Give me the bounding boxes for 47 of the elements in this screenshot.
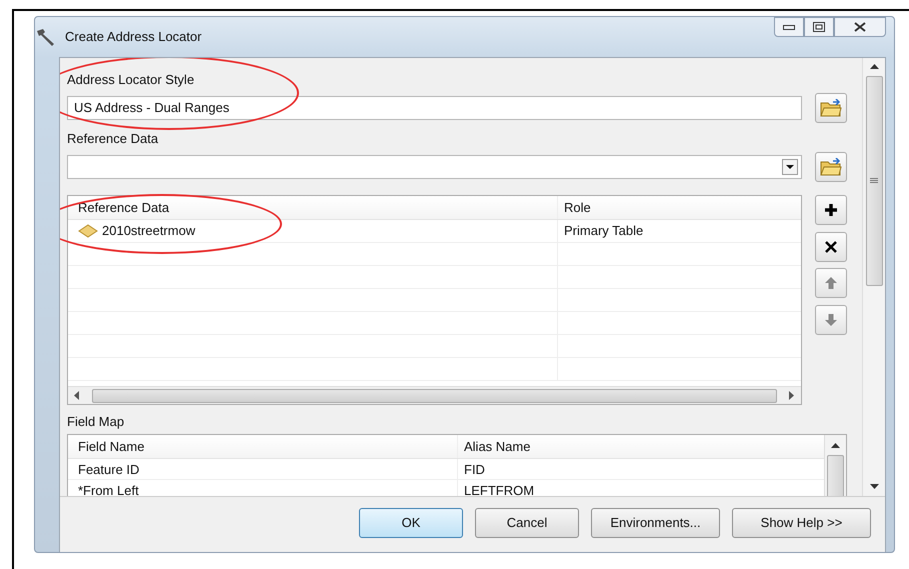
x-icon bbox=[823, 238, 839, 254]
table-cell-text: *From Left bbox=[78, 482, 139, 496]
dialog-button[interactable]: Environments... bbox=[591, 508, 720, 538]
text-field[interactable]: US Address - Dual Ranges bbox=[67, 96, 802, 120]
field-label: Field Map bbox=[67, 412, 126, 431]
minimize-icon bbox=[783, 24, 795, 30]
scroll-right-icon[interactable] bbox=[789, 391, 795, 400]
close-icon bbox=[854, 22, 866, 32]
table-cell-text: 2010streetrmow bbox=[102, 222, 196, 240]
table-cell-text: FID bbox=[463, 460, 486, 478]
down-arrow-icon bbox=[823, 312, 839, 328]
table-row[interactable]: Feature ID FID bbox=[68, 459, 824, 480]
move-down-button[interactable] bbox=[815, 304, 847, 334]
add-button[interactable] bbox=[815, 195, 847, 225]
hammer-icon bbox=[35, 28, 57, 46]
column-header: Reference Data bbox=[78, 198, 170, 217]
open-folder-button[interactable] bbox=[815, 92, 847, 123]
scroll-up-icon[interactable] bbox=[870, 64, 878, 70]
diamond-icon bbox=[78, 224, 98, 238]
scroll-down-icon[interactable] bbox=[870, 484, 878, 490]
minimize-button[interactable] bbox=[774, 17, 804, 37]
column-header: Field Name bbox=[78, 438, 144, 456]
plus-icon bbox=[823, 202, 839, 218]
window-title: Create Address Locator bbox=[65, 28, 202, 46]
table-cell-text: Feature ID bbox=[78, 460, 140, 478]
maximize-button[interactable] bbox=[804, 17, 834, 37]
table-row[interactable]: 2010streetrmow Primary Table bbox=[68, 220, 801, 243]
table-cell-text: LEFTFROM bbox=[463, 482, 536, 496]
close-button[interactable] bbox=[834, 17, 886, 37]
table-cell-text: Primary Table bbox=[563, 222, 644, 240]
scrollbar-thumb[interactable] bbox=[827, 455, 844, 496]
scroll-left-icon[interactable] bbox=[74, 391, 80, 400]
dialog-button[interactable]: Cancel bbox=[475, 508, 579, 538]
ok-button[interactable]: OK bbox=[359, 508, 463, 538]
field-label: Address Locator Style bbox=[67, 71, 196, 89]
remove-button[interactable] bbox=[815, 232, 847, 262]
move-up-button[interactable] bbox=[815, 268, 847, 298]
scrollbar-thumb[interactable] bbox=[866, 76, 882, 286]
open-folder-button[interactable] bbox=[815, 152, 847, 182]
up-arrow-icon bbox=[823, 275, 839, 291]
scrollbar-thumb[interactable] bbox=[92, 388, 777, 402]
column-header: Role bbox=[563, 198, 592, 217]
column-header: Alias Name bbox=[463, 438, 532, 456]
scroll-up-icon[interactable] bbox=[831, 443, 840, 450]
dialog-button[interactable]: Show Help >> bbox=[732, 508, 871, 538]
maximize-icon bbox=[813, 22, 825, 32]
field-label: Reference Data bbox=[67, 130, 160, 148]
